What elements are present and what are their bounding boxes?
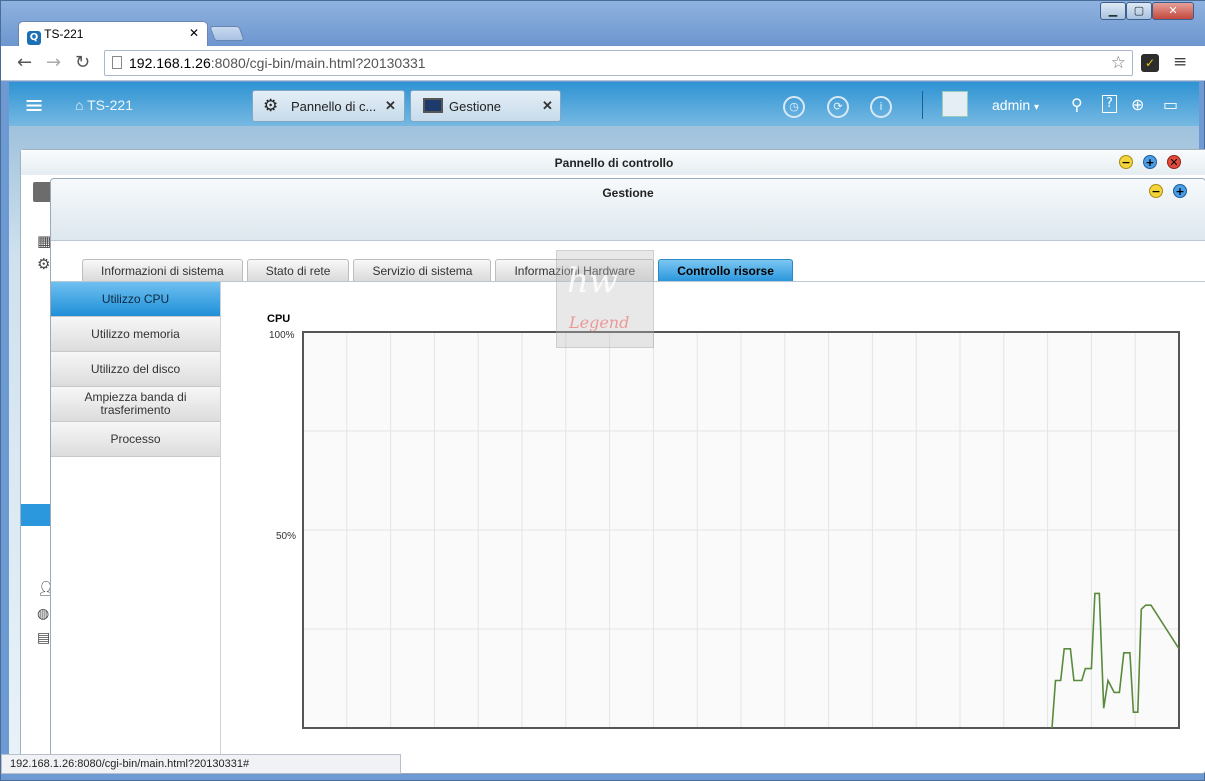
- taskbar-divider: [922, 91, 923, 119]
- minimize-icon[interactable]: −: [1119, 155, 1133, 169]
- side-item-cpu[interactable]: Utilizzo CPU: [51, 282, 220, 317]
- app-tab-label: Pannello di c...: [291, 99, 377, 114]
- maximize-icon[interactable]: +: [1173, 184, 1187, 198]
- globe-icon[interactable]: ⊕: [1131, 95, 1144, 114]
- browser-toolbar: ← → ↻ 192.168.1.26:8080/cgi-bin/main.htm…: [1, 46, 1205, 81]
- tab-informazioni-sistema[interactable]: Informazioni di sistema: [82, 259, 243, 281]
- maximize-icon[interactable]: +: [1143, 155, 1157, 169]
- storage-icon[interactable]: ▤: [37, 630, 50, 646]
- reload-icon[interactable]: ↻: [75, 52, 90, 73]
- chevron-down-icon: ▾: [1034, 102, 1040, 113]
- page-icon: [112, 56, 122, 69]
- app-tab-gestione[interactable]: Gestione ✕: [410, 90, 561, 122]
- browser-tab-title: TS-221: [44, 27, 84, 41]
- tab-servizio-sistema[interactable]: Servizio di sistema: [353, 259, 492, 281]
- close-app-tab-icon[interactable]: ✕: [385, 98, 396, 114]
- y-tick-label: 100%: [269, 330, 295, 341]
- close-icon[interactable]: ✕: [1167, 155, 1181, 169]
- control-panel-title: Pannello di controllo: [21, 150, 1205, 175]
- qnap-favicon: Q: [27, 31, 41, 45]
- extension-icon[interactable]: ✓: [1141, 54, 1159, 72]
- url-host: 192.168.1.26: [129, 55, 211, 71]
- selected-nav-bar: [21, 504, 51, 526]
- side-item-memory[interactable]: Utilizzo memoria: [51, 317, 220, 352]
- gestione-tabs: Informazioni di sistema Stato di rete Se…: [82, 259, 793, 281]
- hwlegend-watermark: hw Legend: [556, 250, 654, 348]
- side-item-process[interactable]: Processo: [51, 422, 220, 457]
- tab-controllo-risorse[interactable]: Controllo risorse: [658, 259, 793, 281]
- minimize-window-button[interactable]: ▁: [1100, 2, 1126, 20]
- menu-icon[interactable]: ≡: [1173, 52, 1187, 72]
- user-menu[interactable]: admin ▾: [992, 97, 1039, 113]
- gear-icon: ⚙: [263, 96, 279, 115]
- nas-name: TS-221: [87, 97, 134, 113]
- sync-icon[interactable]: ⟳: [827, 96, 849, 118]
- new-tab-button[interactable]: [209, 26, 245, 41]
- qts-taskbar: ≡ ⌂ TS-221 ⚙ Pannello di c... ✕ Gestione…: [9, 82, 1199, 126]
- close-window-button[interactable]: ✕: [1152, 2, 1194, 20]
- home-icon: ⌂: [75, 97, 88, 113]
- watermark-logo: hw: [567, 261, 618, 301]
- forward-icon[interactable]: →: [46, 52, 61, 73]
- home-button[interactable]: ⌂ TS-221: [75, 97, 133, 113]
- minimize-icon[interactable]: −: [1149, 184, 1163, 198]
- info-icon[interactable]: i: [870, 96, 892, 118]
- bookmark-star-icon[interactable]: ☆: [1111, 53, 1126, 73]
- window-controls: ▁ ▢ ✕: [1100, 2, 1194, 20]
- browser-tab[interactable]: Q TS-221 ✕: [18, 21, 208, 46]
- browser-titlebar: Q TS-221 ✕ ▁ ▢ ✕: [1, 1, 1205, 46]
- app-tab-label: Gestione: [449, 99, 502, 114]
- address-bar[interactable]: 192.168.1.26:8080/cgi-bin/main.html?2013…: [104, 50, 1133, 76]
- monitor-icon: [423, 98, 443, 113]
- side-item-bandwidth[interactable]: Ampiezza banda di trasferimento: [51, 387, 220, 422]
- side-item-disk[interactable]: Utilizzo del disco: [51, 352, 220, 387]
- maximize-window-button[interactable]: ▢: [1126, 2, 1152, 20]
- close-tab-icon[interactable]: ✕: [189, 26, 199, 40]
- help-icon[interactable]: ?: [1102, 95, 1117, 113]
- desktop-icon[interactable]: ▭: [1163, 95, 1178, 114]
- gestione-title: Gestione: [51, 179, 1205, 241]
- browser-window: Q TS-221 ✕ ▁ ▢ ✕ ← → ↻ 192.168.1.26:8080…: [0, 0, 1205, 781]
- cpu-chart-panel: CPU 100% 50%: [221, 282, 1205, 773]
- tab-stato-rete[interactable]: Stato di rete: [246, 259, 350, 281]
- watermark-script: Legend: [569, 313, 630, 332]
- search-icon[interactable]: ⚲: [1071, 95, 1083, 114]
- clock-icon[interactable]: ◷: [783, 96, 805, 118]
- chart-title: CPU: [267, 313, 291, 325]
- cpu-chart: [302, 331, 1180, 729]
- back-icon[interactable]: ←: [17, 52, 32, 73]
- avatar[interactable]: [942, 91, 968, 117]
- settings-icon[interactable]: ⚙: [37, 255, 50, 273]
- main-menu-icon[interactable]: ≡: [24, 91, 44, 119]
- username: admin: [992, 97, 1031, 113]
- resource-sidebar: Utilizzo CPU Utilizzo memoria Utilizzo d…: [51, 282, 221, 773]
- y-tick-label: 50%: [276, 531, 297, 542]
- status-bar: 192.168.1.26:8080/cgi-bin/main.html?2013…: [1, 754, 401, 774]
- network-icon[interactable]: ◍: [37, 606, 49, 622]
- app-tab-control-panel[interactable]: ⚙ Pannello di c... ✕: [252, 90, 405, 122]
- url-path: :8080/cgi-bin/main.html?20130331: [210, 55, 426, 71]
- close-app-tab-icon[interactable]: ✕: [542, 98, 553, 114]
